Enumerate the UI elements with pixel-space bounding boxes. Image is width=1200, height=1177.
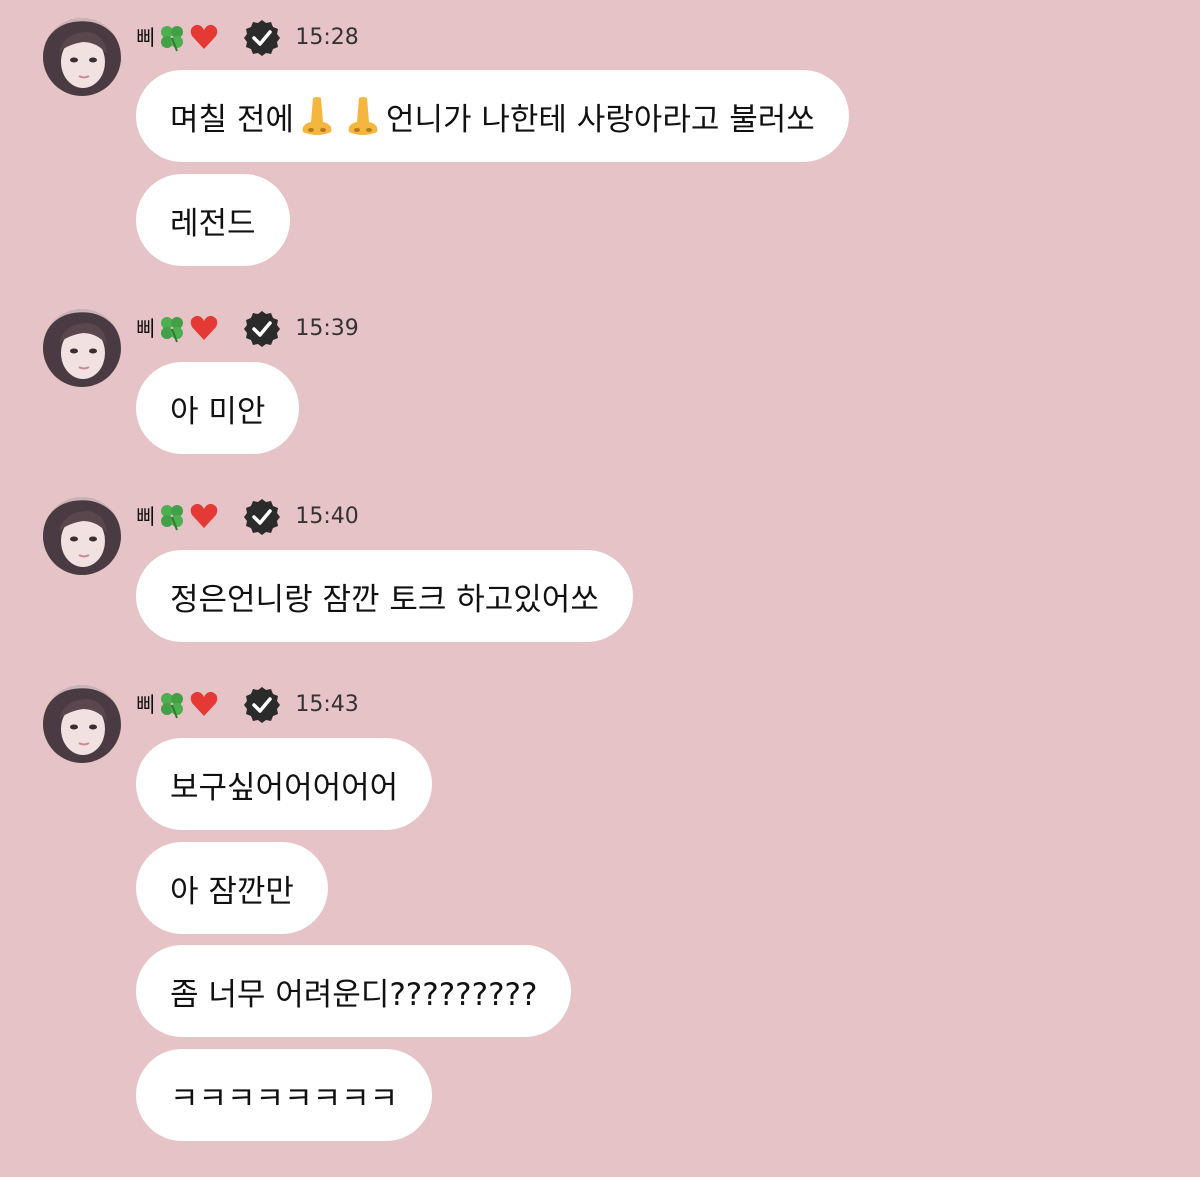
clover-icon: [161, 317, 184, 343]
clover-icon: [161, 505, 184, 531]
heart-icon: [190, 315, 218, 340]
heart-icon: [190, 503, 218, 528]
heart-icon: [190, 24, 218, 49]
avatar[interactable]: [43, 309, 121, 387]
message-timestamp: 15:39: [295, 315, 359, 341]
avatar-photo: [43, 497, 121, 575]
message-text: 며칠 전에: [170, 101, 294, 138]
sender-name: 삐: [136, 317, 156, 341]
avatar[interactable]: [43, 685, 121, 763]
avatar-photo: [43, 18, 121, 96]
message-header: 삐 15:39: [136, 309, 359, 347]
message-bubble[interactable]: 며칠 전에 언니가 나한테 사랑아라고 불러쏘: [136, 70, 849, 162]
message-text: 아 잠깐만: [170, 873, 294, 910]
message-header: 삐 15:43: [136, 685, 359, 723]
sender-name: 삐: [136, 505, 156, 529]
clover-icon: [161, 693, 184, 719]
message-bubble[interactable]: 좀 너무 어려운디?????????: [136, 945, 572, 1037]
verified-badge-icon: [244, 499, 281, 535]
clover-icon: [161, 26, 184, 52]
message-bubble[interactable]: 보구싶어어어어어: [136, 738, 433, 830]
heart-icon: [190, 691, 218, 716]
message-text: 좀 너무 어려운디?????????: [170, 976, 538, 1013]
avatar-photo: [43, 309, 121, 387]
message-text: 언니가 나한테 사랑아라고 불러쏘: [385, 101, 815, 138]
chat-thread: 삐 15:28 며칠 전에 언니가 나한테 사랑아라고 불러쏘 레전드 삐 15…: [0, 0, 1200, 1177]
verified-badge-icon: [244, 311, 281, 347]
message-timestamp: 15:43: [295, 691, 359, 717]
avatar[interactable]: [43, 18, 121, 96]
verified-badge-icon: [244, 20, 281, 56]
sender-name: 삐: [136, 26, 156, 50]
message-timestamp: 15:40: [295, 503, 359, 529]
message-bubble[interactable]: 아 미안: [136, 362, 300, 454]
sender-name: 삐: [136, 693, 156, 717]
nose-icon: [302, 97, 332, 135]
message-text: 보구싶어어어어어: [170, 769, 399, 806]
message-text: ㅋㅋㅋㅋㅋㅋㅋㅋ: [170, 1080, 399, 1117]
message-header: 삐 15:28: [136, 18, 359, 56]
message-bubble[interactable]: 정은언니랑 잠깐 토크 하고있어쏘: [136, 550, 633, 642]
avatar-photo: [43, 685, 121, 763]
verified-badge-icon: [244, 687, 281, 723]
message-text: 아 미안: [170, 393, 266, 430]
avatar[interactable]: [43, 497, 121, 575]
nose-icon: [348, 97, 378, 135]
message-bubble[interactable]: 아 잠깐만: [136, 842, 328, 934]
message-bubble[interactable]: 레전드: [136, 174, 290, 266]
message-timestamp: 15:28: [295, 24, 359, 50]
message-text: 정은언니랑 잠깐 토크 하고있어쏘: [170, 581, 599, 618]
message-bubble[interactable]: ㅋㅋㅋㅋㅋㅋㅋㅋ: [136, 1049, 433, 1141]
message-text: 레전드: [170, 205, 256, 242]
message-header: 삐 15:40: [136, 497, 359, 535]
